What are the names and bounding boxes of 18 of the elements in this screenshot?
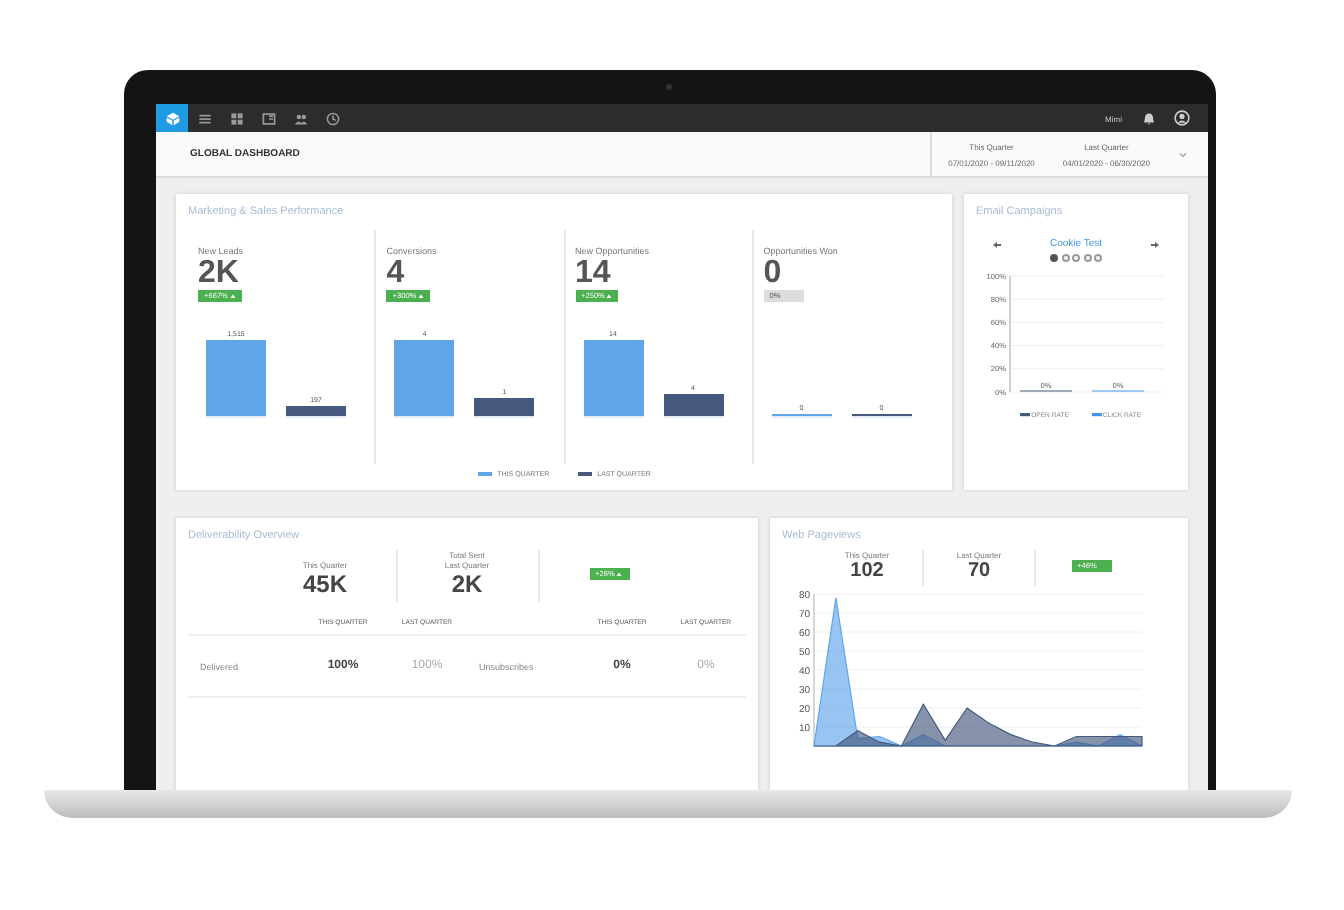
summary-value: 70 bbox=[967, 560, 991, 582]
summary-value: 45K bbox=[302, 570, 347, 598]
pager-dot[interactable] bbox=[1050, 254, 1058, 262]
pager-dot[interactable] bbox=[1072, 254, 1080, 262]
pager-dot[interactable] bbox=[1061, 254, 1069, 262]
summary-value: 2K bbox=[451, 570, 483, 598]
pager-dot[interactable] bbox=[1083, 254, 1091, 262]
bell-icon[interactable] bbox=[1142, 111, 1156, 125]
pager-dot[interactable] bbox=[1094, 254, 1102, 262]
metric-value: 4 bbox=[386, 256, 405, 290]
metric-value: 2K bbox=[198, 256, 239, 290]
metric-value: 14 bbox=[575, 256, 611, 290]
cube-icon[interactable] bbox=[156, 104, 188, 132]
arrow-left-icon[interactable] bbox=[992, 239, 1002, 249]
arrow-right-icon[interactable] bbox=[1149, 239, 1160, 249]
account-icon[interactable] bbox=[1174, 110, 1190, 126]
metric-value: 0 bbox=[763, 256, 782, 290]
summary-value: 102 bbox=[850, 560, 884, 582]
